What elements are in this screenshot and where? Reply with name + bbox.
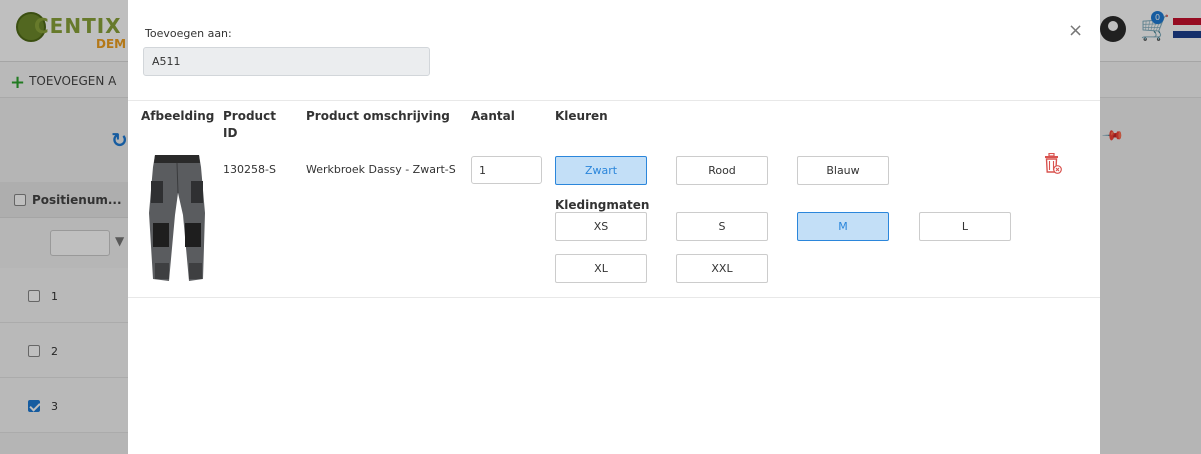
delete-icon[interactable] bbox=[1044, 153, 1062, 175]
size-option-xl[interactable]: XL bbox=[555, 254, 647, 283]
add-to-label: Toevoegen aan: bbox=[145, 27, 232, 40]
add-to-field[interactable] bbox=[143, 47, 430, 76]
size-option-xxl[interactable]: XXL bbox=[676, 254, 768, 283]
header-product-id: Product ID bbox=[223, 109, 276, 140]
product-image bbox=[149, 155, 205, 281]
header-colors: Kleuren bbox=[555, 109, 608, 123]
close-icon[interactable]: × bbox=[1068, 22, 1083, 40]
size-option-xs[interactable]: XS bbox=[555, 212, 647, 241]
color-option-zwart[interactable]: Zwart bbox=[555, 156, 647, 185]
header-description: Product omschrijving bbox=[306, 109, 450, 123]
size-option-m[interactable]: M bbox=[797, 212, 889, 241]
header-quantity: Aantal bbox=[471, 109, 515, 123]
divider bbox=[128, 297, 1100, 298]
color-option-rood[interactable]: Rood bbox=[676, 156, 768, 185]
product-description-value: Werkbroek Dassy - Zwart-S bbox=[306, 163, 456, 176]
product-id-value: 130258-S bbox=[223, 163, 276, 176]
divider bbox=[128, 100, 1100, 101]
color-option-blauw[interactable]: Blauw bbox=[797, 156, 889, 185]
add-product-modal: × Toevoegen aan: Afbeelding Product ID P… bbox=[128, 0, 1100, 454]
size-option-s[interactable]: S bbox=[676, 212, 768, 241]
sizes-label: Kledingmaten bbox=[555, 198, 650, 212]
size-option-l[interactable]: L bbox=[919, 212, 1011, 241]
quantity-input[interactable] bbox=[471, 156, 542, 184]
header-image: Afbeelding bbox=[141, 109, 215, 123]
